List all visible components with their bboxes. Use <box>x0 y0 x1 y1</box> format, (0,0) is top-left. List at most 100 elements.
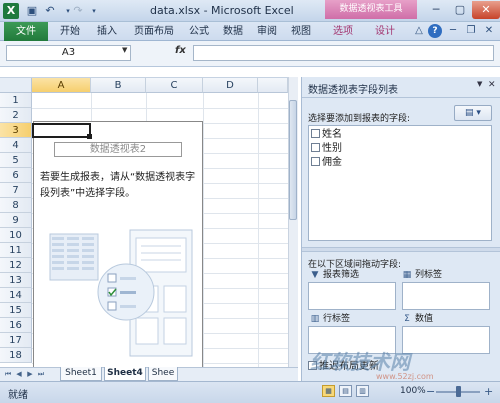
column-header-c[interactable]: C <box>146 78 203 93</box>
column-labels-zone[interactable] <box>402 282 490 310</box>
maximize-button[interactable]: ▢ <box>448 1 472 19</box>
column-header-a[interactable]: A <box>32 78 91 93</box>
select-all-corner[interactable] <box>0 78 32 93</box>
row-header[interactable]: 15 <box>0 303 32 318</box>
pane-close-icon[interactable]: ✕ <box>488 80 498 90</box>
insert-function-icon[interactable]: fx <box>175 45 186 56</box>
field-layout-button[interactable]: ▤ ▾ <box>454 105 492 121</box>
formula-input[interactable] <box>193 45 494 61</box>
first-sheet-icon[interactable]: ⏮ <box>3 368 13 380</box>
workbook-close-icon[interactable]: ✕ <box>482 24 496 38</box>
tab-insert[interactable]: 插入 <box>92 22 122 41</box>
zoom-out-icon[interactable]: − <box>426 385 435 398</box>
values-zone[interactable] <box>402 326 490 354</box>
row-labels-icon: ▥ <box>310 314 320 324</box>
column-labels-label: ▦ 列标签 <box>402 270 443 280</box>
pivot-field-list-pane: 数据透视表字段列表 ▼ ✕ 选择要添加到报表的字段: ▤ ▾ 姓名 性别 佣金 … <box>301 77 500 381</box>
field-label: 性别 <box>322 143 342 154</box>
minimize-ribbon-icon[interactable]: △ <box>412 24 426 38</box>
field-label: 佣金 <box>322 157 342 168</box>
field-list[interactable]: 姓名 性别 佣金 <box>308 125 492 241</box>
undo-icon[interactable]: ↶ <box>42 3 58 19</box>
fill-handle[interactable] <box>87 134 92 139</box>
row-header[interactable]: 3 <box>0 123 32 138</box>
tab-design[interactable]: 设计 <box>370 22 400 41</box>
pivottable-placeholder[interactable]: 数据透视表2 若要生成报表，请从“数据透视表字段列表”中选择字段。 <box>33 121 203 367</box>
row-header[interactable]: 9 <box>0 213 32 228</box>
tab-home[interactable]: 开始 <box>55 22 85 41</box>
minimize-button[interactable]: ─ <box>424 1 448 19</box>
pivottable-name: 数据透视表2 <box>54 142 182 157</box>
redo-icon[interactable]: ↷ <box>70 3 86 19</box>
page-layout-view-icon[interactable]: ▤ <box>339 385 352 397</box>
pane-options-icon[interactable]: ▼ <box>477 80 482 88</box>
tab-options[interactable]: 选项 <box>328 22 358 41</box>
sheet-tab-sheet1[interactable]: Sheet1 <box>60 367 102 381</box>
window-title: data.xlsx - Microsoft Excel <box>150 4 294 17</box>
normal-view-icon[interactable]: ▦ <box>322 385 335 397</box>
prev-sheet-icon[interactable]: ◀ <box>14 368 24 380</box>
row-header[interactable]: 18 <box>0 348 32 363</box>
row-header[interactable]: 1 <box>0 93 32 108</box>
row-header[interactable]: 14 <box>0 288 32 303</box>
zoom-in-icon[interactable]: + <box>484 385 493 398</box>
report-filter-label: ▼ 报表筛选 <box>311 270 360 280</box>
row-header[interactable]: 8 <box>0 198 32 213</box>
row-header[interactable]: 12 <box>0 258 32 273</box>
tab-review[interactable]: 审阅 <box>252 22 282 41</box>
choose-fields-label: 选择要添加到报表的字段: <box>308 114 411 124</box>
workbook-restore-icon[interactable]: ❐ <box>464 24 478 38</box>
column-header-e[interactable] <box>258 78 288 93</box>
filter-icon: ▼ <box>311 270 319 280</box>
row-header[interactable]: 6 <box>0 168 32 183</box>
row-header[interactable]: 16 <box>0 318 32 333</box>
watermark: 红软技术网 <box>310 350 410 374</box>
active-cell-a3[interactable] <box>32 123 91 138</box>
row-header[interactable]: 4 <box>0 138 32 153</box>
field-item[interactable]: 佣金 <box>311 156 342 169</box>
checkbox-icon[interactable] <box>311 129 320 138</box>
worksheet-grid[interactable]: A B C D 1 2 3 4 5 6 7 8 9 10 11 12 13 14… <box>0 77 298 367</box>
tab-data[interactable]: 数据 <box>218 22 248 41</box>
field-item[interactable]: 性别 <box>311 142 342 155</box>
vertical-scroll-thumb[interactable] <box>289 100 297 220</box>
tab-view[interactable]: 视图 <box>286 22 316 41</box>
column-labels-icon: ▦ <box>402 270 412 280</box>
page-break-view-icon[interactable]: ▥ <box>356 385 369 397</box>
values-label: Σ 数值 <box>402 313 433 325</box>
column-header-d[interactable]: D <box>203 78 258 93</box>
row-header[interactable]: 10 <box>0 228 32 243</box>
row-header[interactable]: 7 <box>0 183 32 198</box>
excel-app-icon[interactable]: X <box>3 3 19 19</box>
column-header-b[interactable]: B <box>91 78 146 93</box>
zoom-slider-thumb[interactable] <box>456 386 461 397</box>
sheet-tab-partial[interactable]: Shee <box>148 367 178 381</box>
row-header[interactable]: 11 <box>0 243 32 258</box>
row-header[interactable]: 17 <box>0 333 32 348</box>
close-button[interactable]: ✕ <box>472 1 500 19</box>
name-box-dropdown-icon[interactable]: ▼ <box>122 46 127 54</box>
pane-title: 数据透视表字段列表 <box>308 85 398 96</box>
sheet-tab-sheet4[interactable]: Sheet4 <box>104 367 146 381</box>
tab-file[interactable]: 文件 <box>4 22 48 41</box>
customize-qat-icon[interactable]: ▾ <box>86 3 102 19</box>
save-icon[interactable]: ▣ <box>24 3 40 19</box>
tab-formulas[interactable]: 公式 <box>184 22 214 41</box>
tab-page-layout[interactable]: 页面布局 <box>128 22 180 41</box>
field-item[interactable]: 姓名 <box>311 128 342 141</box>
name-box[interactable]: A3 <box>6 45 131 61</box>
pane-resize-grip[interactable] <box>302 247 500 252</box>
workbook-minimize-icon[interactable]: ─ <box>446 24 460 38</box>
next-sheet-icon[interactable]: ▶ <box>25 368 35 380</box>
row-header[interactable]: 13 <box>0 273 32 288</box>
help-icon[interactable]: ? <box>428 24 442 38</box>
checkbox-icon[interactable] <box>311 143 320 152</box>
row-header[interactable]: 5 <box>0 153 32 168</box>
zoom-level[interactable]: 100% <box>400 386 426 396</box>
pivottable-hint: 若要生成报表，请从“数据透视表字段列表”中选择字段。 <box>40 172 196 199</box>
checkbox-icon[interactable] <box>311 157 320 166</box>
row-header[interactable]: 2 <box>0 108 32 123</box>
last-sheet-icon[interactable]: ⏭ <box>36 368 46 380</box>
row-labels-label: ▥ 行标签 <box>310 314 351 324</box>
report-filter-zone[interactable] <box>308 282 396 310</box>
